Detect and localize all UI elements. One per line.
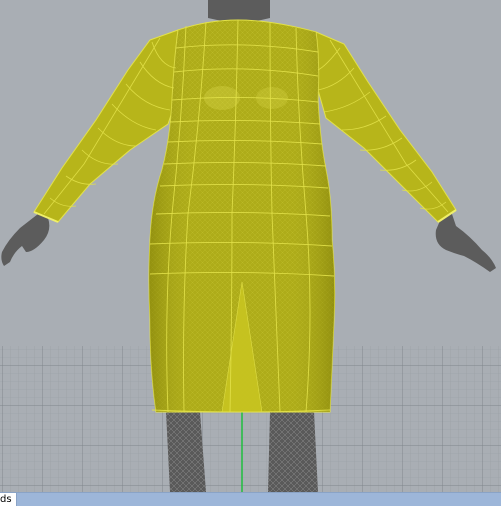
status-bar: ds (0, 492, 501, 506)
viewport-tab[interactable]: ds (0, 493, 17, 506)
3d-viewport[interactable] (0, 0, 501, 492)
avatar-neck (208, 0, 270, 22)
